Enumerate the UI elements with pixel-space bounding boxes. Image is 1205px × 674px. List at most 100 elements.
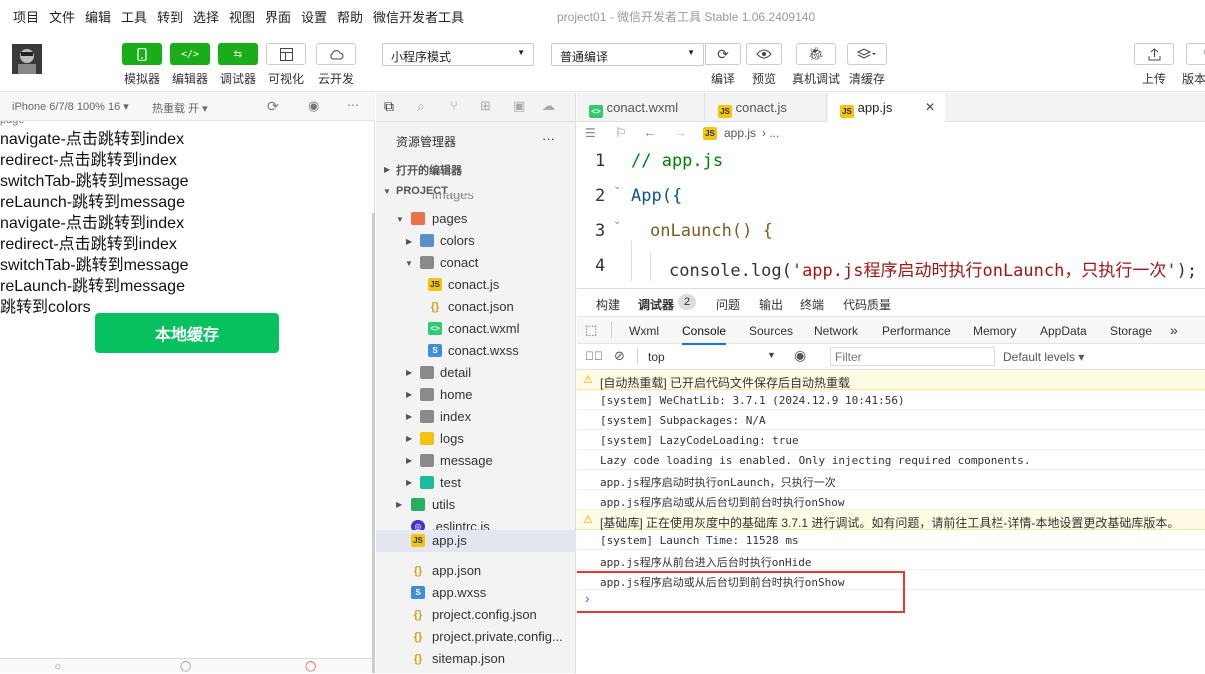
- message-tab-icon[interactable]: ◯: [180, 661, 191, 672]
- tree-message[interactable]: message: [440, 453, 493, 468]
- tab-build[interactable]: 构建: [596, 296, 620, 313]
- tab-issues[interactable]: 问题: [716, 296, 740, 313]
- compile-button[interactable]: ⟳: [705, 43, 741, 65]
- debugger-button[interactable]: ⇆: [218, 43, 258, 65]
- menu-wechat-devtools[interactable]: 微信开发者工具: [373, 7, 464, 26]
- tree-logs[interactable]: logs: [440, 431, 464, 446]
- tab-appdata[interactable]: AppData: [1040, 324, 1087, 338]
- tab-console[interactable]: Console: [682, 324, 727, 345]
- nav-link-colors[interactable]: 跳转到colors: [0, 293, 91, 317]
- tree-conact-json[interactable]: conact.json: [448, 299, 514, 314]
- tree-project-private[interactable]: project.private.config...: [432, 629, 563, 644]
- tab-network[interactable]: Network: [814, 324, 858, 338]
- chevron-down-icon[interactable]: ▼: [767, 350, 776, 360]
- debug-panel-icon[interactable]: ▣: [513, 98, 525, 114]
- simulator-scrollbar[interactable]: [372, 213, 375, 673]
- context-select[interactable]: top: [648, 350, 665, 364]
- tree-conact-js[interactable]: conact.js: [448, 277, 499, 292]
- extensions-icon[interactable]: ⊞: [480, 98, 491, 114]
- files-icon[interactable]: ⧉: [384, 98, 394, 115]
- code-line-4[interactable]: console.log('app.js程序启动时执行onLaunch，只执行一次…: [669, 256, 1197, 281]
- tree-home[interactable]: home: [440, 387, 473, 402]
- tab-terminal[interactable]: 终端: [800, 296, 824, 313]
- tree-colors[interactable]: colors: [440, 233, 475, 248]
- bookmark-icon[interactable]: ⚐: [615, 125, 627, 141]
- local-cache-button[interactable]: 本地缓存: [95, 313, 279, 353]
- forward-arrow-icon[interactable]: →: [673, 124, 687, 140]
- refresh-icon[interactable]: ⟳: [267, 98, 279, 115]
- menu-help[interactable]: 帮助: [337, 7, 363, 26]
- eye-icon[interactable]: ◉: [794, 347, 806, 364]
- breadcrumb-file[interactable]: app.js: [724, 126, 756, 140]
- menu-view[interactable]: 视图: [229, 7, 255, 26]
- tab-code-quality[interactable]: 代码质量: [843, 296, 891, 313]
- tab-wxml[interactable]: Wxml: [629, 324, 659, 338]
- tab-output[interactable]: 输出: [759, 296, 783, 313]
- menu-file[interactable]: 文件: [49, 7, 75, 26]
- contact-tab-icon[interactable]: ◯: [305, 661, 316, 672]
- inspect-icon[interactable]: ⬚: [585, 322, 597, 338]
- open-editors-section[interactable]: 打开的编辑器: [396, 162, 462, 178]
- tree-conact-wxml[interactable]: conact.wxml: [448, 321, 520, 336]
- tree-project-config[interactable]: project.config.json: [432, 607, 537, 622]
- more-icon[interactable]: ⋯: [347, 98, 359, 112]
- explorer-more-icon[interactable]: ···: [542, 131, 555, 146]
- hot-reload-select[interactable]: 热重载 开 ▾: [152, 100, 208, 116]
- tab-performance[interactable]: Performance: [882, 324, 951, 338]
- menu-tools[interactable]: 工具: [121, 7, 147, 26]
- clear-cache-button[interactable]: [847, 43, 887, 65]
- levels-select[interactable]: Default levels ▾: [1003, 350, 1084, 364]
- tab-storage[interactable]: Storage: [1110, 324, 1152, 338]
- version-button[interactable]: ⑂: [1186, 43, 1205, 65]
- tree-app-wxss[interactable]: app.wxss: [432, 585, 486, 600]
- tree-app-json[interactable]: app.json: [432, 563, 481, 578]
- sidebar-toggle-icon[interactable]: ▶⃞: [585, 349, 603, 363]
- avatar[interactable]: [12, 44, 42, 74]
- back-arrow-icon[interactable]: ←: [643, 124, 657, 140]
- tree-detail[interactable]: detail: [440, 365, 471, 380]
- tree-conact[interactable]: conact: [440, 255, 478, 270]
- close-icon[interactable]: ✕: [925, 100, 935, 114]
- docker-icon[interactable]: ☁: [542, 98, 555, 114]
- cloud-button[interactable]: [316, 43, 356, 65]
- breadcrumb-more[interactable]: › ...: [762, 126, 779, 140]
- tab-conact-wxml[interactable]: <> conact.wxml: [577, 93, 705, 122]
- tree-sitemap[interactable]: sitemap.json: [432, 651, 505, 666]
- editor-button[interactable]: </>: [170, 43, 210, 65]
- more-tabs-icon[interactable]: »: [1170, 322, 1178, 338]
- source-control-icon[interactable]: ⑂: [450, 98, 458, 113]
- code-line-1[interactable]: // app.js: [631, 151, 723, 171]
- fold-chevron-icon[interactable]: ⌄: [613, 181, 621, 192]
- menu-select[interactable]: 选择: [193, 7, 219, 26]
- tab-app-js[interactable]: JS app.js ✕: [828, 93, 945, 123]
- tree-images[interactable]: images: [432, 193, 474, 202]
- tree-app-js[interactable]: app.js: [432, 533, 467, 548]
- device-debug-button[interactable]: 🐞︎: [796, 43, 836, 65]
- stop-icon[interactable]: ◉: [308, 98, 319, 114]
- filter-input[interactable]: [830, 347, 995, 366]
- compile-select[interactable]: 普通编译 ▼: [551, 43, 704, 66]
- tree-conact-wxss[interactable]: conact.wxss: [448, 343, 519, 358]
- clear-console-icon[interactable]: ⊘: [614, 348, 625, 364]
- tree-utils[interactable]: utils: [432, 497, 455, 512]
- visual-button[interactable]: [266, 43, 306, 65]
- menu-settings[interactable]: 设置: [301, 7, 327, 26]
- menu-interface[interactable]: 界面: [265, 7, 291, 26]
- tree-test[interactable]: test: [440, 475, 461, 490]
- list-icon[interactable]: ☰: [585, 126, 596, 140]
- tab-sources[interactable]: Sources: [749, 324, 793, 338]
- code-line-3[interactable]: onLaunch() {: [650, 221, 773, 241]
- menu-goto[interactable]: 转到: [157, 7, 183, 26]
- upload-button[interactable]: [1134, 43, 1174, 65]
- device-select[interactable]: iPhone 6/7/8 100% 16 ▾: [12, 100, 129, 113]
- tab-memory[interactable]: Memory: [973, 324, 1016, 338]
- search-icon[interactable]: ⌕: [417, 98, 425, 115]
- code-line-2[interactable]: App({: [631, 186, 682, 206]
- tree-pages[interactable]: pages: [432, 211, 467, 226]
- menu-project[interactable]: 项目: [13, 7, 39, 26]
- simulator-button[interactable]: [122, 43, 162, 65]
- home-tab-icon[interactable]: ⌂: [55, 661, 61, 672]
- mode-select[interactable]: 小程序模式 ▼: [382, 43, 534, 66]
- menu-edit[interactable]: 编辑: [85, 7, 111, 26]
- preview-button[interactable]: [746, 43, 782, 65]
